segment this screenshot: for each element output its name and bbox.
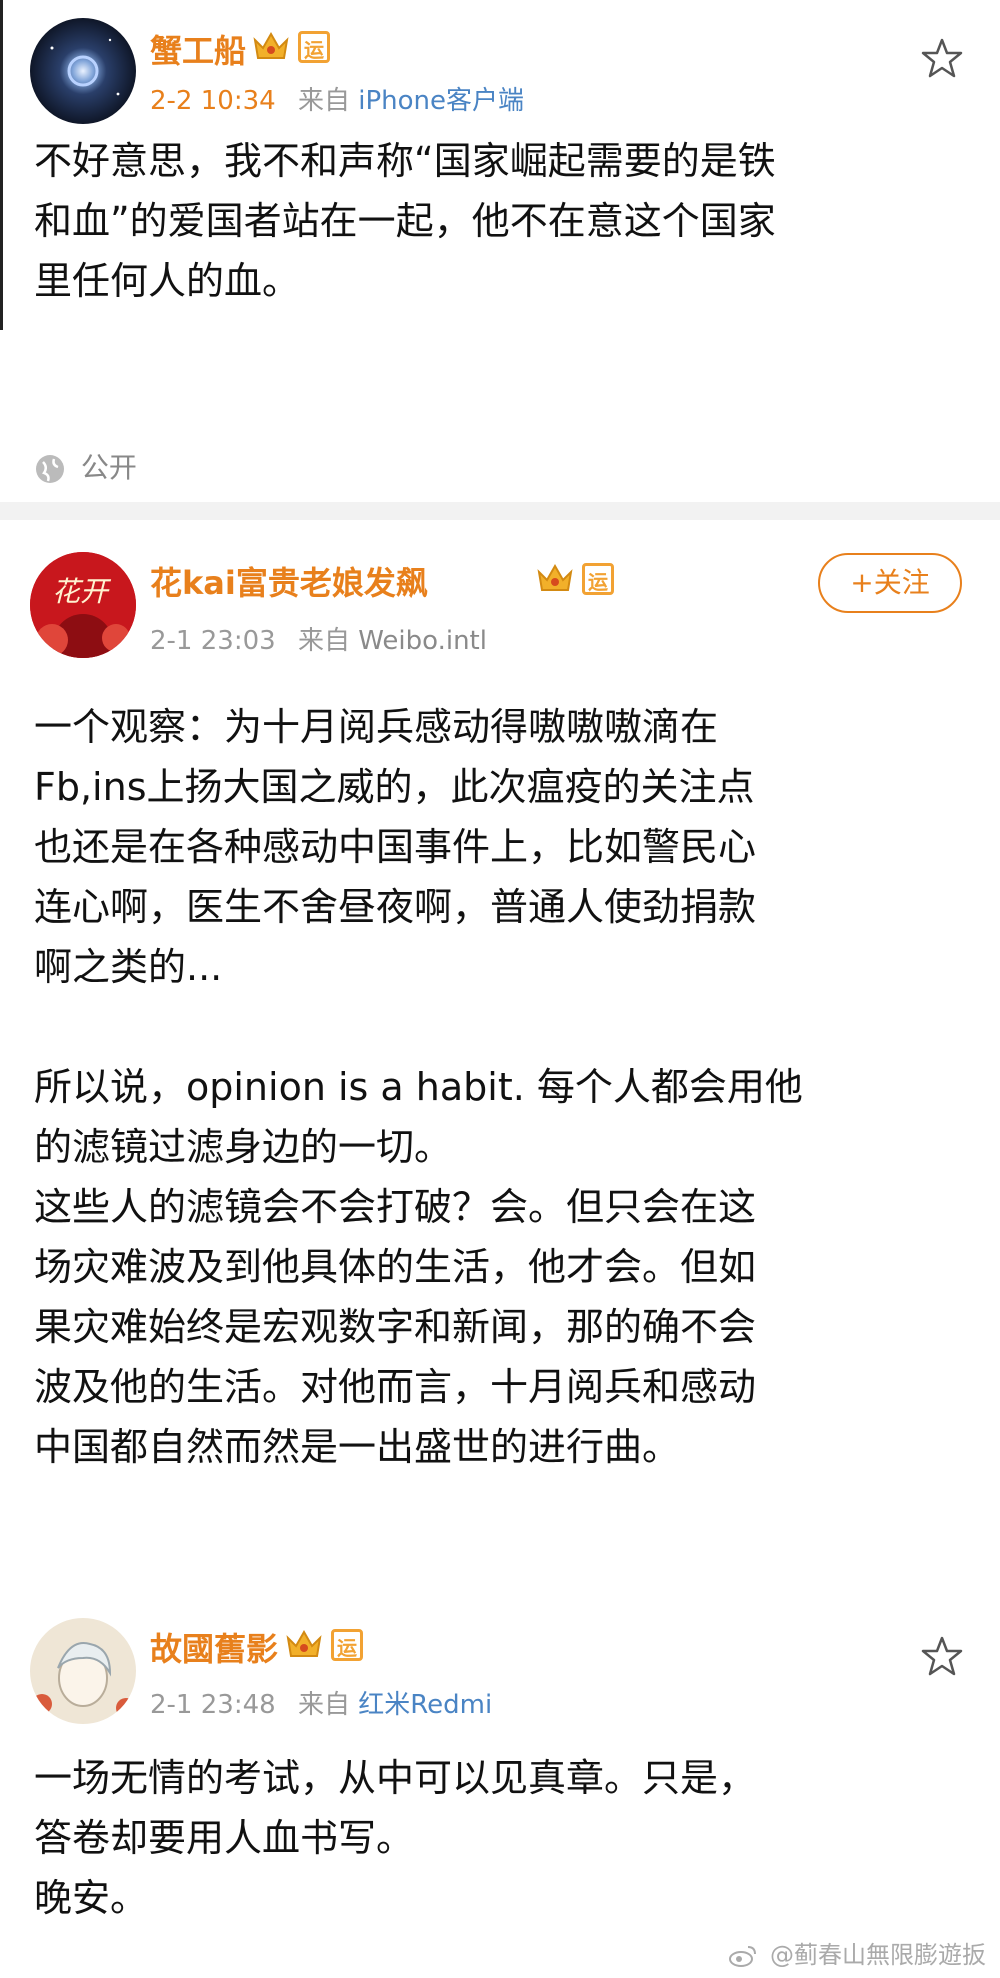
post-meta: 2-1 23:03 来自 Weibo.intl: [150, 620, 487, 657]
from-label: 来自: [297, 626, 350, 656]
post-content: 一个观察：为十月阅兵感动得嗷嗷嗷滴在 Fb,ins上扬大国之威的，此次瘟疫的关注…: [34, 705, 803, 1469]
globe-icon: [36, 455, 64, 483]
post-source[interactable]: 红米Redmi: [358, 1690, 492, 1720]
watermark-text: @蓟春山無限膨遊扳: [770, 1941, 986, 1969]
username[interactable]: 花kai富贵老娘发飙: [150, 558, 428, 604]
from-label: 来自: [297, 86, 350, 116]
post-time: 2-1 23:48: [150, 1690, 276, 1720]
post-meta: 2-1 23:48 来自 红米Redmi: [150, 1684, 492, 1721]
post-source[interactable]: Weibo.intl: [358, 626, 487, 656]
star-icon[interactable]: [920, 36, 964, 80]
weibo-icon: [729, 1946, 757, 1967]
post-time: 2-2 10:34: [150, 86, 276, 116]
post-2: 花开 花kai富贵老娘发飙 运 +关注 2-1 23:03 来自 Weibo.i…: [0, 520, 1000, 1590]
watermark: @蓟春山無限膨遊扳: [728, 1935, 986, 1970]
visibility: 公开: [34, 446, 137, 486]
member-badge: 运: [331, 1629, 363, 1661]
post-meta: 2-2 10:34 来自 iPhone客户端: [150, 80, 524, 117]
avatar[interactable]: [30, 1618, 136, 1724]
star-icon[interactable]: [920, 1634, 964, 1678]
avatar-text: 花开: [52, 575, 109, 608]
avatar[interactable]: 花开: [30, 552, 136, 658]
crown-icon: [536, 562, 574, 596]
post-source[interactable]: iPhone客户端: [358, 86, 524, 116]
left-edge-bar: [0, 0, 3, 330]
crown-icon: [285, 1628, 323, 1662]
post-content: 一场无情的考试，从中可以见真章。只是， 答卷却要用人血书写。 晚安。: [34, 1756, 757, 1920]
visibility-label: 公开: [80, 451, 137, 484]
post-time: 2-1 23:03: [150, 626, 276, 656]
from-label: 来自: [297, 1690, 350, 1720]
username[interactable]: 蟹工船: [150, 26, 246, 72]
follow-button[interactable]: +关注: [818, 553, 962, 613]
member-badge: 运: [582, 563, 614, 595]
member-badge: 运: [298, 31, 330, 63]
username[interactable]: 故國舊影: [150, 1624, 278, 1670]
crown-icon: [252, 30, 290, 64]
post-3: 故國舊影 运 2-1 23:48 来自 红米Redmi 一场无情的考试，从中可以…: [0, 1590, 1000, 1978]
post-1: 蟹工船 运 2-2 10:34 来自 iPhone客户端 不好意思，我不和声称“…: [0, 0, 1000, 484]
post-divider: [0, 502, 1000, 520]
avatar[interactable]: [30, 18, 136, 124]
post-content: 不好意思，我不和声称“国家崛起需要的是铁 和血”的爱国者站在一起，他不在意这个国…: [34, 139, 776, 303]
